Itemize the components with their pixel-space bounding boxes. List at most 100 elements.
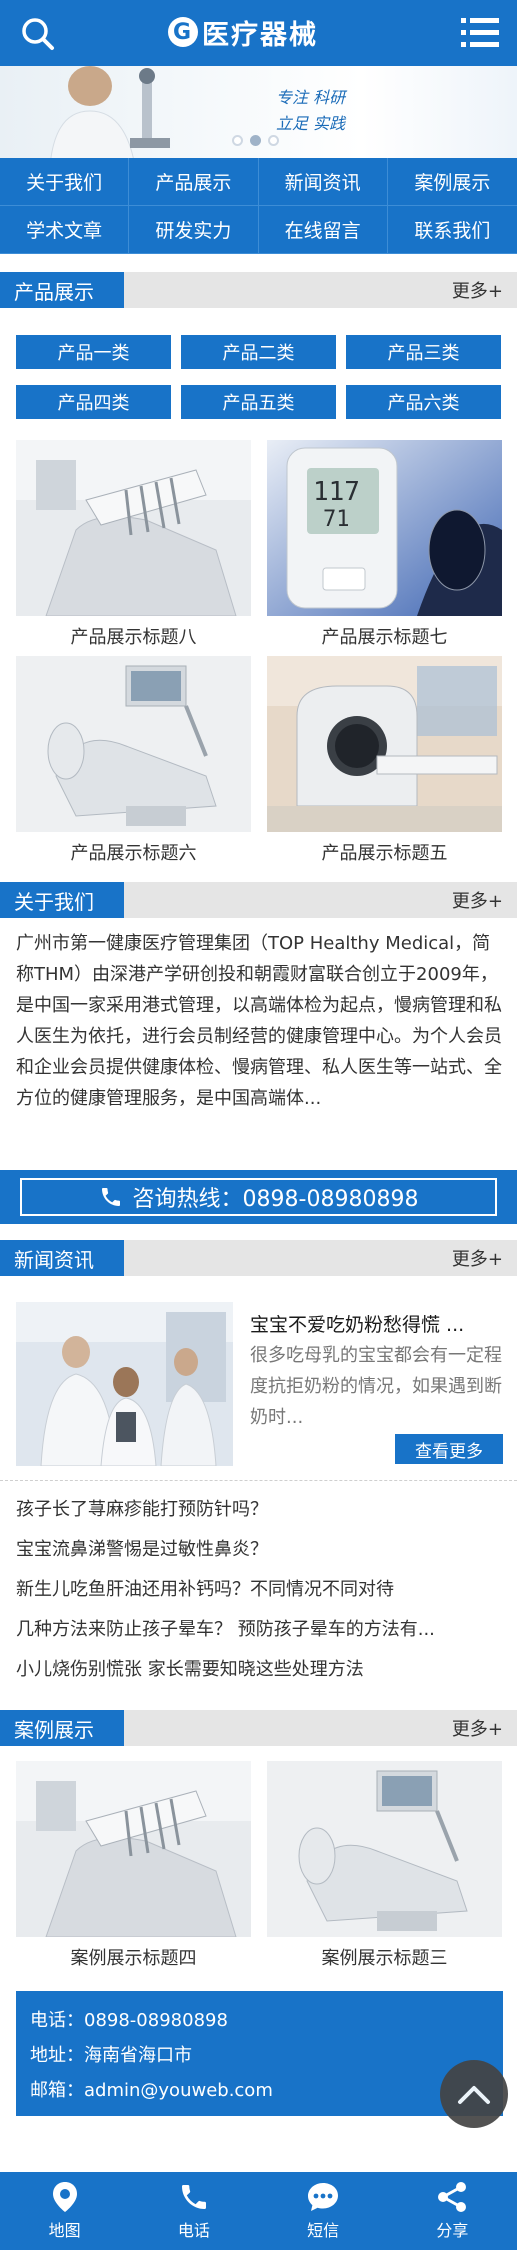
banner-slogan-2: 立足 实践: [276, 114, 346, 133]
cases-section-title: 案例展示: [0, 1710, 124, 1746]
main-nav: 关于我们 产品展示 新闻资讯 案例展示 学术文章 研发实力 在线留言 联系我们: [0, 158, 517, 254]
page: G 医疗器械 专注 科研 立足 实践 关于我们 产品展示 新闻资讯 案例展示 学…: [0, 0, 517, 2250]
products-section-title: 产品展示: [0, 272, 124, 308]
cases-section-header: 案例展示 更多+: [0, 1710, 517, 1746]
product-title: 产品展示标题六: [70, 843, 197, 864]
news-section-title: 新闻资讯: [0, 1240, 124, 1276]
read-more-button[interactable]: 查看更多: [395, 1434, 503, 1464]
svg-text:71: 71: [323, 507, 350, 532]
products-section-header: 产品展示 更多+: [0, 272, 517, 308]
news-list: 孩子长了荨麻疹能打预防针吗？ 宝宝流鼻涕警惕是过敏性鼻炎？ 新生儿吃鱼肝油还用补…: [16, 1490, 503, 1690]
message-icon: [308, 2183, 339, 2211]
dental-chair-image: [267, 1761, 502, 1937]
logo-mark: G: [168, 17, 198, 47]
contact-address: 地址：海南省海口市: [30, 2044, 192, 2066]
bottom-item-phone[interactable]: 电话: [129, 2172, 258, 2250]
product-title: 产品展示标题七: [321, 627, 448, 648]
map-pin-icon: [52, 2182, 77, 2212]
product-categories: 产品一类 产品二类 产品三类 产品四类 产品五类 产品六类: [16, 335, 502, 419]
dental-chair-image: [16, 656, 251, 832]
category-button[interactable]: 产品三类: [346, 335, 501, 369]
dental-unit-image: [16, 440, 251, 616]
bottom-bar: 地图 电话 短信 分享: [0, 2172, 517, 2250]
news-list-item[interactable]: 孩子长了荨麻疹能打预防针吗？: [16, 1490, 503, 1530]
slider-dot-active[interactable]: [250, 135, 261, 146]
ct-scanner-image: [267, 656, 502, 832]
case-card[interactable]: 案例展示标题四: [16, 1761, 251, 1977]
about-more-link[interactable]: 更多+: [452, 882, 503, 918]
nav-item-products[interactable]: 产品展示: [129, 158, 259, 206]
bottom-item-label: 电话: [177, 2221, 210, 2240]
dental-unit-image: [16, 1761, 251, 1937]
about-text: 广州市第一健康医疗管理集团（TOP Healthy Medical，简称THM）…: [16, 933, 502, 1109]
contact-email[interactable]: 邮箱：admin@youweb.com: [30, 2071, 489, 2106]
nav-item-articles[interactable]: 学术文章: [0, 206, 130, 254]
product-card[interactable]: 产品展示标题六: [16, 656, 251, 872]
phone-icon: [181, 2185, 206, 2209]
chevron-up-icon: [458, 2086, 490, 2104]
news-more-link[interactable]: 更多+: [452, 1240, 503, 1276]
banner-slider[interactable]: 专注 科研 立足 实践: [0, 66, 517, 158]
bottom-item-map[interactable]: 地图: [0, 2172, 129, 2250]
news-list-item[interactable]: 几种方法来防止孩子晕车？ 预防孩子晕车的方法有...: [16, 1610, 503, 1650]
cases-more-link[interactable]: 更多+: [452, 1710, 503, 1746]
category-button[interactable]: 产品四类: [16, 385, 171, 419]
about-section-header: 关于我们 更多+: [0, 882, 517, 918]
bottom-item-label: 短信: [307, 2221, 340, 2240]
header: G 医疗器械: [0, 0, 517, 66]
back-to-top-button[interactable]: [440, 2060, 508, 2128]
menu-icon[interactable]: [461, 16, 499, 50]
product-title: 产品展示标题八: [70, 627, 197, 648]
nav-item-about[interactable]: 关于我们: [0, 158, 130, 206]
product-card[interactable]: 产品展示标题八: [16, 440, 251, 656]
bottom-item-label: 地图: [48, 2221, 81, 2240]
search-icon[interactable]: [18, 14, 58, 54]
news-section-header: 新闻资讯 更多+: [0, 1240, 517, 1276]
product-card[interactable]: 产品展示标题五: [267, 656, 502, 872]
featured-news-desc: 很多吃母乳的宝宝都会有一定程度抗拒奶粉的情况，如果遇到断奶时...: [250, 1345, 502, 1428]
products-more-link[interactable]: 更多+: [452, 272, 503, 308]
divider: [0, 1480, 517, 1481]
category-button[interactable]: 产品二类: [181, 335, 336, 369]
nav-item-cases[interactable]: 案例展示: [387, 158, 517, 206]
category-button[interactable]: 产品六类: [346, 385, 501, 419]
slider-dots: [232, 135, 279, 146]
about-section-title: 关于我们: [0, 882, 124, 918]
hotline-button[interactable]: 咨询热线：0898-08980898: [20, 1178, 497, 1216]
news-list-item[interactable]: 宝宝流鼻涕警惕是过敏性鼻炎？: [16, 1530, 503, 1570]
category-button[interactable]: 产品五类: [181, 385, 336, 419]
svg-text:117: 117: [313, 477, 360, 507]
lab-scientists-image: [16, 1302, 233, 1466]
product-card[interactable]: 117 71 产品展示标题七: [267, 440, 502, 656]
scientist-image: [50, 66, 170, 158]
case-title: 案例展示标题四: [70, 1948, 197, 1969]
product-title: 产品展示标题五: [321, 843, 448, 864]
bottom-item-label: 分享: [436, 2221, 469, 2240]
nav-item-news[interactable]: 新闻资讯: [258, 158, 388, 206]
nav-item-contact[interactable]: 联系我们: [387, 206, 517, 254]
featured-news[interactable]: 宝宝不爱吃奶粉愁得慌 ... 很多吃母乳的宝宝都会有一定程度抗拒奶粉的情况，如果…: [16, 1302, 503, 1466]
logo-text: 医疗器械: [202, 19, 318, 51]
category-button[interactable]: 产品一类: [16, 335, 171, 369]
blood-pressure-monitor-image: 117 71: [267, 440, 502, 616]
news-list-item[interactable]: 小儿烧伤别慌张 家长需要知晓这些处理方法: [16, 1650, 503, 1690]
case-title: 案例展示标题三: [321, 1948, 448, 1969]
site-logo[interactable]: G 医疗器械: [168, 12, 318, 52]
news-list-item[interactable]: 新生儿吃鱼肝油还用补钙吗？不同情况不同对待: [16, 1570, 503, 1610]
contact-phone[interactable]: 电话：0898-08980898: [30, 2001, 489, 2036]
slider-dot[interactable]: [268, 135, 279, 146]
nav-item-rnd[interactable]: 研发实力: [129, 206, 259, 254]
featured-news-title[interactable]: 宝宝不爱吃奶粉愁得慌 ...: [250, 1310, 503, 1337]
contact-info: 电话：0898-08980898 地址：海南省海口市 邮箱：admin@youw…: [16, 1991, 503, 2116]
nav-item-message[interactable]: 在线留言: [258, 206, 388, 254]
banner-slogan-1: 专注 科研: [276, 88, 346, 107]
phone-icon: [101, 1188, 120, 1206]
share-icon: [438, 2182, 467, 2212]
case-card[interactable]: 案例展示标题三: [267, 1761, 502, 1977]
hotline-bar[interactable]: 咨询热线：0898-08980898: [0, 1170, 517, 1224]
case-grid: 案例展示标题四 案例展示标题三: [16, 1761, 502, 1977]
slider-dot[interactable]: [232, 135, 243, 146]
bottom-item-sms[interactable]: 短信: [259, 2172, 388, 2250]
bottom-item-share[interactable]: 分享: [388, 2172, 517, 2250]
hotline-label: 咨询热线：0898-08980898: [132, 1187, 419, 1212]
